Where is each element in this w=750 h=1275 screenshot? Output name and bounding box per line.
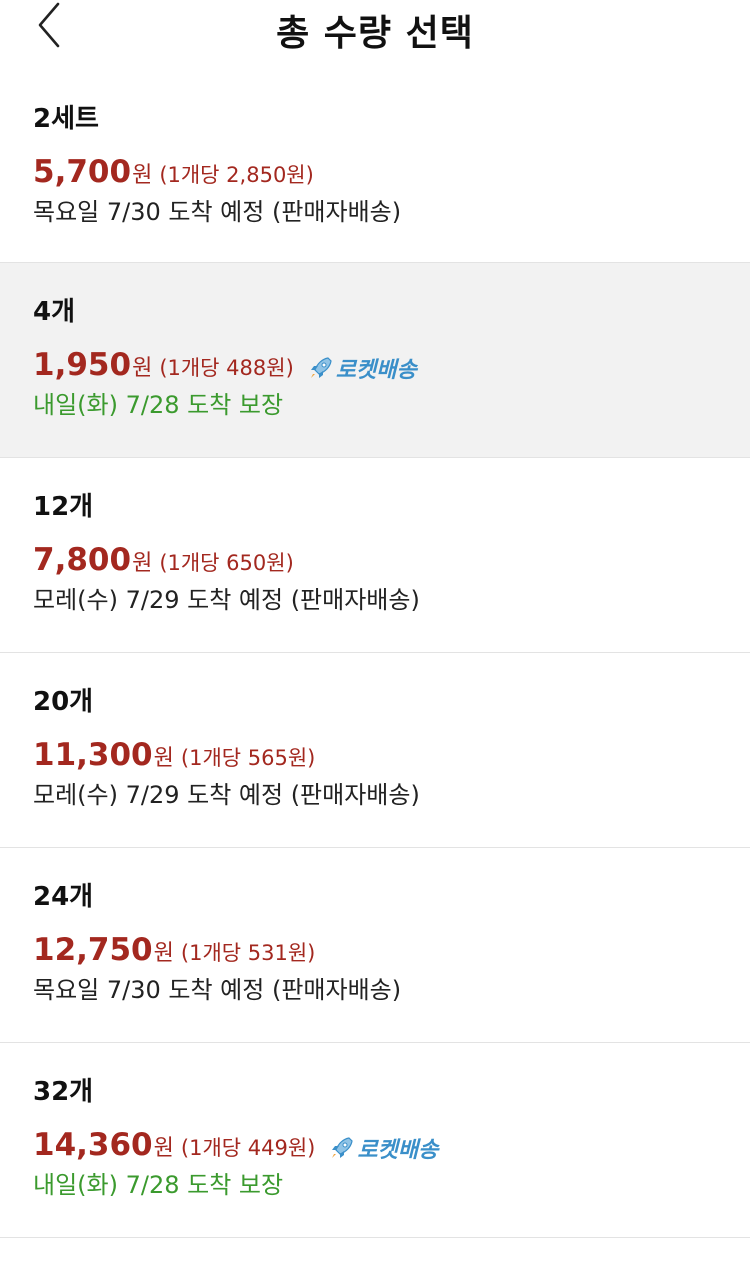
won-suffix: 원 [132, 356, 153, 381]
header: 총 수량 선택 [0, 0, 750, 70]
option-quantity: 4개 [33, 297, 76, 327]
option-quantity: 24개 [33, 882, 94, 912]
rocket-label: 로켓배송 [357, 1138, 439, 1163]
price-row: 14,360 원 (1개당 449원) 로켓배송 [33, 1127, 717, 1165]
delivery-guarantee: 내일(화) 7/28 도착 보장 [33, 1171, 284, 1199]
unit-price: (1개당 2,850원) [159, 163, 314, 187]
option-price: 7,800 [33, 542, 132, 578]
option-price: 14,360 [33, 1127, 153, 1163]
price-row: 5,700 원 (1개당 2,850원) [33, 154, 717, 192]
quantity-option[interactable]: 32개 14,360 원 (1개당 449원) 로켓배송 내일(화) 7/28 도… [0, 1043, 750, 1238]
option-price: 5,700 [33, 154, 132, 190]
unit-price: (1개당 531원) [180, 941, 316, 965]
option-quantity: 32개 [33, 1077, 94, 1107]
unit-price: (1개당 488원) [159, 356, 294, 380]
quantity-option[interactable]: 24개 12,750 원 (1개당 531원) 목요일 7/30 도착 예정 (판… [0, 848, 750, 1043]
delivery-estimate: 목요일 7/30 도착 예정 (판매자배송) [33, 198, 402, 226]
quantity-option-list: 2세트 5,700 원 (1개당 2,850원) 목요일 7/30 도착 예정 (… [0, 70, 750, 1238]
option-quantity: 12개 [33, 492, 94, 522]
rocket-delivery-badge: 로켓배송 [308, 352, 417, 384]
rocket-delivery-badge: 로켓배송 [329, 1132, 438, 1164]
option-price: 1,950 [33, 347, 132, 383]
rocket-label: 로켓배송 [335, 358, 417, 383]
option-quantity: 2세트 [33, 104, 99, 134]
price-row: 7,800 원 (1개당 650원) [33, 542, 717, 580]
won-suffix: 원 [132, 163, 153, 188]
option-quantity: 20개 [33, 687, 94, 717]
unit-price: (1개당 565원) [180, 746, 316, 770]
delivery-guarantee: 내일(화) 7/28 도착 보장 [33, 391, 284, 419]
won-suffix: 원 [153, 1136, 174, 1161]
delivery-estimate: 목요일 7/30 도착 예정 (판매자배송) [33, 976, 402, 1004]
price-row: 11,300 원 (1개당 565원) [33, 737, 717, 775]
option-price: 12,750 [33, 932, 153, 968]
unit-price: (1개당 650원) [159, 551, 294, 575]
rocket-icon [310, 357, 332, 378]
price-row: 1,950 원 (1개당 488원) 로켓배송 [33, 347, 717, 385]
unit-price: (1개당 449원) [180, 1136, 316, 1160]
page-title: 총 수량 선택 [276, 13, 474, 54]
price-row: 12,750 원 (1개당 531원) [33, 932, 717, 970]
quantity-option[interactable]: 4개 1,950 원 (1개당 488원) 로켓배송 내일(화) 7/28 도착 … [0, 263, 750, 458]
quantity-option[interactable]: 2세트 5,700 원 (1개당 2,850원) 목요일 7/30 도착 예정 (… [0, 70, 750, 263]
won-suffix: 원 [153, 941, 174, 966]
rocket-icon [332, 1137, 354, 1158]
won-suffix: 원 [153, 746, 174, 771]
delivery-estimate: 모레(수) 7/29 도착 예정 (판매자배송) [33, 781, 420, 809]
delivery-estimate: 모레(수) 7/29 도착 예정 (판매자배송) [33, 586, 420, 614]
option-price: 11,300 [33, 737, 153, 773]
quantity-option[interactable]: 20개 11,300 원 (1개당 565원) 모레(수) 7/29 도착 예정 … [0, 653, 750, 848]
won-suffix: 원 [132, 551, 153, 576]
quantity-option[interactable]: 12개 7,800 원 (1개당 650원) 모레(수) 7/29 도착 예정 (… [0, 458, 750, 653]
